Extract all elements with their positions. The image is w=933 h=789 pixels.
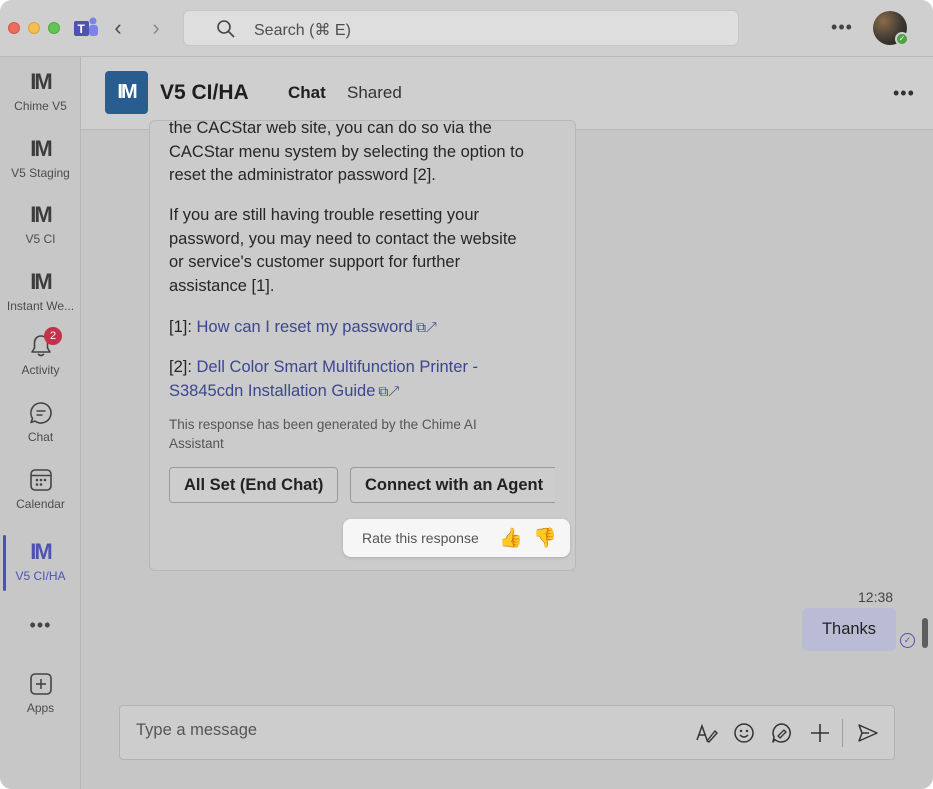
scrollbar[interactable] [922,618,928,648]
rail-item-activity[interactable]: 2 Activity [0,327,81,377]
svg-text:T: T [78,22,86,36]
zoom-window-button[interactable] [48,22,60,34]
rail-item-v5-staging[interactable]: IM V5 Staging [0,136,81,180]
add-icon[interactable] [808,721,832,745]
rail-item-v5-ci[interactable]: IM V5 CI [0,202,81,246]
reference-link[interactable]: How can I reset my password [197,318,413,336]
message-paragraph: If you are still having trouble resettin… [169,204,564,298]
status-available-icon: ✓ [895,32,909,46]
forward-arrow-icon[interactable]: › [144,16,168,40]
more-options-icon[interactable]: ••• [830,16,854,40]
read-receipt-icon: ✓ [900,633,915,648]
reference-link[interactable]: S3845cdn Installation Guide [169,382,375,400]
thumbs-down-icon[interactable]: 👎 [533,526,557,550]
app-rail: IM Chime V5 IM V5 Staging IM V5 CI IM In… [0,57,81,789]
disclaimer-line: Assistant [169,436,224,451]
tab-chat[interactable]: Chat [288,83,326,103]
search-placeholder: Search (⌘ E) [254,22,351,39]
external-link-icon[interactable]: ⧉↗ [416,316,437,340]
search-icon [217,20,235,38]
close-window-button[interactable] [8,22,20,34]
message-line: assistance [1]. [169,276,275,295]
teams-window: T ‹ › Search (⌘ E) ••• ✓ IM Chime V5 IM … [0,0,933,789]
rail-item-v5-ci-ha[interactable]: IM V5 CI/HA [0,539,81,583]
thumbs-up-icon[interactable]: 👍 [499,526,523,550]
message-composer[interactable]: Type a message [119,705,895,760]
message-line: If you are still having trouble resettin… [169,206,479,224]
minimize-window-button[interactable] [28,22,40,34]
disclaimer-line: This response has been generated by the … [169,417,477,432]
loop-component-icon[interactable] [770,721,794,745]
add-square-icon [29,673,52,695]
message-line: reset the administrator password [2]. [169,166,436,184]
back-arrow-icon[interactable]: ‹ [106,16,130,40]
im-logo-icon: IM [30,69,52,94]
calendar-icon [29,469,52,491]
rail-item-label: Activity [21,363,60,377]
end-chat-button[interactable]: All Set (End Chat) [169,467,339,503]
composer-divider [842,719,843,747]
message-paragraph: the CACStar web site, you can do so via … [169,117,564,188]
rail-item-label: V5 CI/HA [15,569,66,583]
rail-item-calendar[interactable]: Calendar [0,467,81,511]
rail-item-label: V5 CI [25,232,56,246]
activity-count-badge: 2 [44,327,62,345]
rail-item-apps[interactable]: Apps [0,671,81,715]
external-link-icon[interactable]: ⧉↗ [378,380,399,404]
more-options-icon[interactable]: ••• [893,83,915,104]
rail-item-label: Apps [26,701,55,715]
connect-agent-button[interactable]: Connect with an Agent [350,467,555,503]
im-logo-icon: IM [30,202,52,227]
team-logo: IM [105,71,148,114]
rail-item-label: Calendar [16,497,65,511]
emoji-icon[interactable] [732,721,756,745]
rail-item-chime-v5[interactable]: IM Chime V5 [0,69,81,113]
reference-2: [2]: Dell Color Smart Multifunction Prin… [169,356,564,403]
message-input[interactable]: Type a message [136,721,257,740]
rail-item-label: Instant We... [6,299,75,313]
rail-item-label: V5 Staging [11,166,70,180]
message-timestamp: 12:38 [858,589,894,605]
teams-logo-icon: T [74,17,98,36]
message-line: password, you may need to contact the we… [169,229,517,248]
format-icon[interactable] [694,721,718,745]
rail-item-chat[interactable]: Chat [0,400,81,444]
rail-item-label: Chime V5 [14,99,67,113]
bot-message-card: the CACStar web site, you can do so via … [149,117,576,571]
im-logo-icon: IM [30,136,52,161]
message-line: CACStar menu system by selecting the opt… [169,142,524,161]
user-message-bubble: Thanks [802,608,896,651]
search-bar[interactable]: Search (⌘ E) [183,10,739,46]
rate-response-panel: Rate this response 👍 👎 [343,519,570,557]
reference-1: [1]: How can I reset my password ⧉↗ [169,316,564,340]
rate-label: Rate this response [362,530,479,546]
message-line: or service's customer support for furthe… [169,253,461,271]
message-line: the CACStar web site, you can do so via … [169,119,492,137]
reference-link[interactable]: Dell Color Smart Multifunction Printer - [197,358,479,376]
im-logo-icon: IM [30,269,52,294]
chat-icon [29,402,52,424]
im-logo-icon: IM [30,539,52,564]
reference-prefix: [1]: [169,318,197,336]
title-bar: T ‹ › Search (⌘ E) ••• ✓ [0,0,933,57]
tab-shared[interactable]: Shared [347,83,402,103]
page-title: V5 CI/HA [160,81,249,104]
rail-item-label: Chat [27,430,54,444]
send-icon[interactable] [856,721,880,745]
ai-disclaimer: This response has been generated by the … [169,415,549,453]
rail-item-instant-we[interactable]: IM Instant We... [0,269,81,313]
chat-area: the CACStar web site, you can do so via … [81,119,933,789]
reference-prefix: [2]: [169,358,197,376]
more-apps-icon[interactable]: ••• [0,615,81,636]
